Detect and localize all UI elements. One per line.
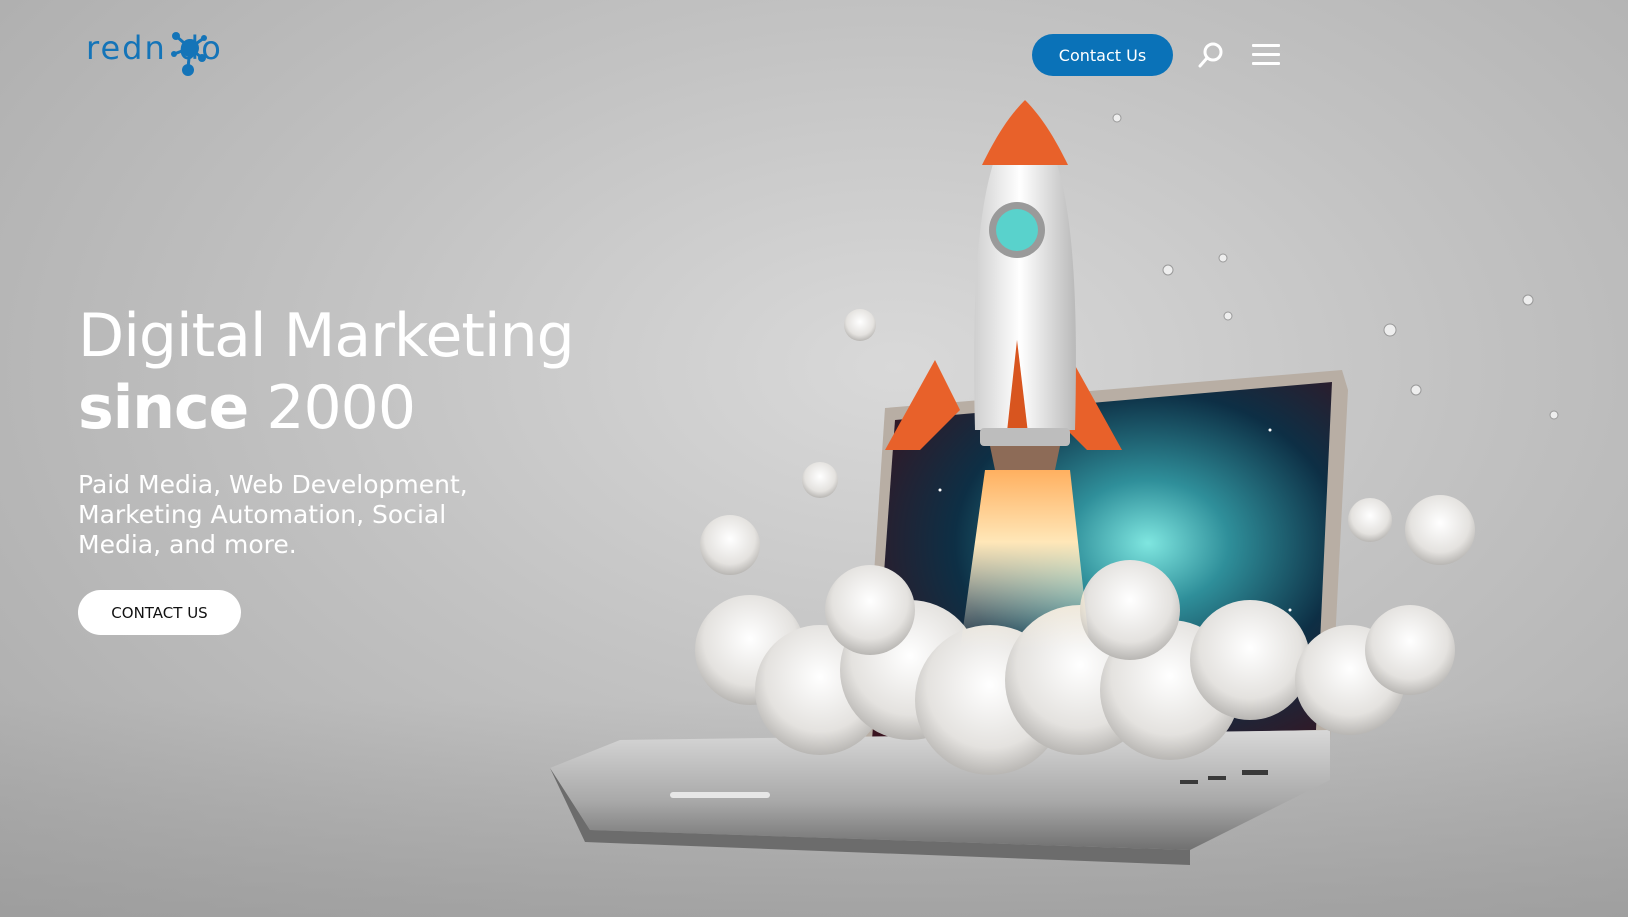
hero-headline: Digital Marketing since 2000 bbox=[78, 300, 638, 444]
hero-contact-button[interactable]: CONTACT US bbox=[78, 590, 241, 635]
headline-year: 2000 bbox=[248, 373, 416, 443]
hero-subtext: Paid Media, Web Development, Marketing A… bbox=[78, 470, 468, 559]
hamburger-menu-icon bbox=[1252, 44, 1280, 65]
header-contact-button[interactable]: Contact Us bbox=[1032, 34, 1173, 76]
search-button[interactable] bbox=[1196, 40, 1226, 70]
rednodo-logo[interactable]: redn do bbox=[86, 28, 261, 78]
search-icon bbox=[1198, 42, 1223, 68]
hero-section: redn do Contact Us Digital Marketing sin… bbox=[0, 0, 1628, 917]
menu-button[interactable] bbox=[1252, 42, 1280, 68]
rocket bbox=[885, 100, 1122, 470]
headline-since: since bbox=[78, 373, 249, 443]
rocket-laptop-illustration bbox=[550, 100, 1559, 865]
logo-molecule-icon bbox=[171, 32, 207, 76]
headline-line-1: Digital Marketing bbox=[78, 301, 575, 371]
